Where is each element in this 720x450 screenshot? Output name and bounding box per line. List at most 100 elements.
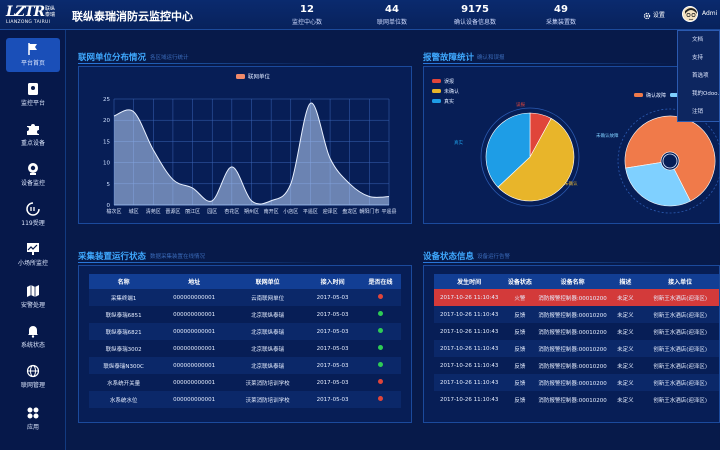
x-tick-label: 迎泽区 <box>323 208 338 215</box>
pie-slice-label: 未确认 <box>564 180 578 187</box>
pie-slice-label: 真实 <box>454 139 463 146</box>
table-cell: 创新王水酒店(迎泽区) <box>653 329 708 336</box>
table-cell: 2017-10-26 11:10:43 <box>439 328 499 335</box>
nav-item-system-status[interactable]: 系统状态 <box>6 320 60 354</box>
monitor-icon <box>28 83 38 95</box>
y-tick-label: 20 <box>103 118 110 124</box>
panel-title-device-status: 设备状态信息 <box>423 252 475 262</box>
table-row[interactable]: 2017-10-26 11:10:43 反馈 消防报警控制器:00010200 未定义… <box>434 340 719 357</box>
online-status-dot <box>377 294 383 299</box>
panel-subtitle-distribution: 各区域运行统计 <box>150 55 189 61</box>
table-cell: 北京联纵泰瑞 <box>229 357 306 374</box>
col-header: 描述 <box>609 274 641 289</box>
legend-label: 误报 <box>444 78 454 85</box>
table-row[interactable]: 2017-10-26 11:10:43 反馈 消防报警控制器:00010200 未定义… <box>434 391 719 408</box>
table-row[interactable]: 联纵泰瑞N300C 000000000001 北京联纵泰瑞 2017-05-03 <box>89 357 401 374</box>
x-tick-label: 南开区 <box>264 208 279 215</box>
table-row[interactable]: 2017-10-26 11:10:43 反馈 消防报警控制器:00010200 未定义… <box>434 323 719 340</box>
y-tick-label: 10 <box>103 161 110 167</box>
table-cell: 2017-10-26 11:10:43 <box>434 340 505 357</box>
table-cell: 2017-05-03 <box>316 311 349 318</box>
nav-label: 系统状态 <box>20 342 45 349</box>
table-cell: 创新王水酒店(迎泽区) <box>640 374 719 391</box>
table-header-row: 发生时间 设备状态 设备名称 描述 接入单位 位 <box>434 274 719 289</box>
table-row[interactable]: 采集终端1 000000000001 云南联网单位 2017-05-03 <box>89 289 401 306</box>
nav-label: 119受理 <box>21 220 45 227</box>
table-cell: 北京联纵泰瑞 <box>251 346 285 353</box>
nav-label: 小场所监控 <box>17 260 48 267</box>
user-menu-item-logout[interactable]: 注销 <box>678 103 719 121</box>
user-menu-item-odoo-account[interactable]: 我的Odoo.c <box>678 85 719 103</box>
table-row[interactable]: 联纵泰瑞6821 000000000001 北京联纵泰瑞 2017-05-03 <box>89 323 401 340</box>
nav-label: 监控平台 <box>20 100 45 107</box>
table-row[interactable]: 水系统水位 000000000001 沃莱消防培训学校 2017-05-03 <box>89 391 401 408</box>
table-row[interactable]: 2017-10-26 11:10:43 反馈 消防报警控制器:00010200 未定义… <box>434 306 719 323</box>
table-cell: 2017-10-26 11:10:43 <box>434 289 505 306</box>
table-cell: 火警 <box>504 289 536 306</box>
table-cell: 水系统水位 <box>89 391 159 408</box>
nav-item-key-equipment[interactable]: 重点设备 <box>6 118 60 152</box>
pie-slice-label: 误报 <box>516 101 525 108</box>
legend-swatch <box>432 89 441 93</box>
user-menu-item-support[interactable]: 支持 <box>678 49 719 67</box>
table-cell: 未定义 <box>609 340 641 357</box>
table-row[interactable]: 2017-10-26 11:10:43 火警 消防报警控制器:00010200 未定义… <box>434 289 719 306</box>
table-cell: 创新王水酒店(迎泽区) <box>640 340 719 357</box>
table-cell: 反馈 <box>514 363 526 370</box>
x-tick-label: 榆次区 <box>106 208 121 215</box>
col-header: 地址 <box>158 274 230 289</box>
table-row[interactable]: 2017-10-26 11:10:43 反馈 消防报警控制器:00010200 未定义… <box>434 357 719 374</box>
legend-label: 真实 <box>444 98 454 105</box>
table-cell: 反馈 <box>514 397 526 404</box>
nav-item-device-monitor[interactable]: 设备监控 <box>6 158 60 192</box>
panel-subtitle-collectors: 数据采集装置在线情况 <box>150 254 206 260</box>
online-status-dot <box>377 345 383 350</box>
nav-item-alarm-handling[interactable]: 安警处理 <box>6 280 60 314</box>
online-status-dot <box>377 379 383 384</box>
stat-label: 采集装置数 <box>545 19 576 26</box>
avatar[interactable] <box>682 6 698 22</box>
table-cell: 2017-05-03 <box>305 289 360 306</box>
settings-button[interactable]: 设置 <box>643 10 665 20</box>
device-table: 发生时间 设备状态 设备名称 描述 接入单位 位 2017-10-26 11:1… <box>434 274 719 408</box>
table-cell <box>360 340 401 357</box>
table-cell: 2017-05-03 <box>316 345 349 352</box>
username[interactable]: Admi <box>702 10 717 17</box>
table-cell: 北京联纵泰瑞 <box>229 323 306 340</box>
stat-network-units: 44 联网单位数 <box>352 4 432 26</box>
legend-swatch <box>432 99 441 103</box>
panel-title-collectors: 采集装置运行状态 <box>78 252 147 262</box>
x-tick-label: 平遥县 <box>381 208 396 215</box>
table-cell: 2017-10-26 11:10:43 <box>434 374 505 391</box>
user-menu-item-docs[interactable]: 文档 <box>678 31 719 49</box>
table-cell: 联纵泰瑞N300C <box>89 357 159 374</box>
pie-slice-label: 未确认故障 <box>596 132 619 139</box>
table-cell: 未定义 <box>617 397 634 404</box>
title-underline <box>423 63 673 64</box>
nav-item-small-venues[interactable]: 小场所监控 <box>6 238 60 272</box>
table-row[interactable]: 2017-10-26 11:10:43 反馈 消防报警控制器:00010200 未定义… <box>434 374 719 391</box>
nav-item-119[interactable]: 119受理 <box>6 198 60 232</box>
table-row[interactable]: 联纵泰瑞6851 000000000001 北京联纵泰瑞 2017-05-03 <box>89 306 401 323</box>
table-cell: 消防报警控制器:00010200 <box>535 306 610 323</box>
camera-icon <box>28 163 38 175</box>
table-cell: 创新王水酒店(迎泽区) <box>640 306 719 323</box>
table-cell: 2017-10-26 11:10:43 <box>434 306 505 323</box>
table-cell: 采集终端1 <box>89 289 159 306</box>
table-row[interactable]: 联纵泰瑞3002 000000000001 北京联纵泰瑞 2017-05-03 <box>89 340 401 357</box>
col-header: 名称 <box>89 274 159 289</box>
x-tick-label: 城区 <box>129 208 139 215</box>
nav-item-monitor[interactable]: 监控平台 <box>6 78 60 112</box>
stat-label: 联网单位数 <box>376 19 407 26</box>
nav-item-network-mgmt[interactable]: 联网管理 <box>6 360 60 394</box>
table-row[interactable]: 水系统开关量 000000000001 沃莱消防培训学校 2017-05-03 <box>89 374 401 391</box>
logo-cn: 联纵泰瑞 <box>45 6 56 18</box>
user-menu-item-preferences[interactable]: 首选项 <box>678 67 719 85</box>
nav-item-apps[interactable]: 应用 <box>6 402 60 436</box>
legend-label: 确认故障 <box>646 92 666 99</box>
col-header: 设备名称 <box>535 274 610 289</box>
table-cell <box>359 323 401 340</box>
nav-item-home[interactable]: 平台首页 <box>6 38 60 72</box>
flag-icon <box>28 43 37 55</box>
nav-label: 安警处理 <box>20 302 45 309</box>
